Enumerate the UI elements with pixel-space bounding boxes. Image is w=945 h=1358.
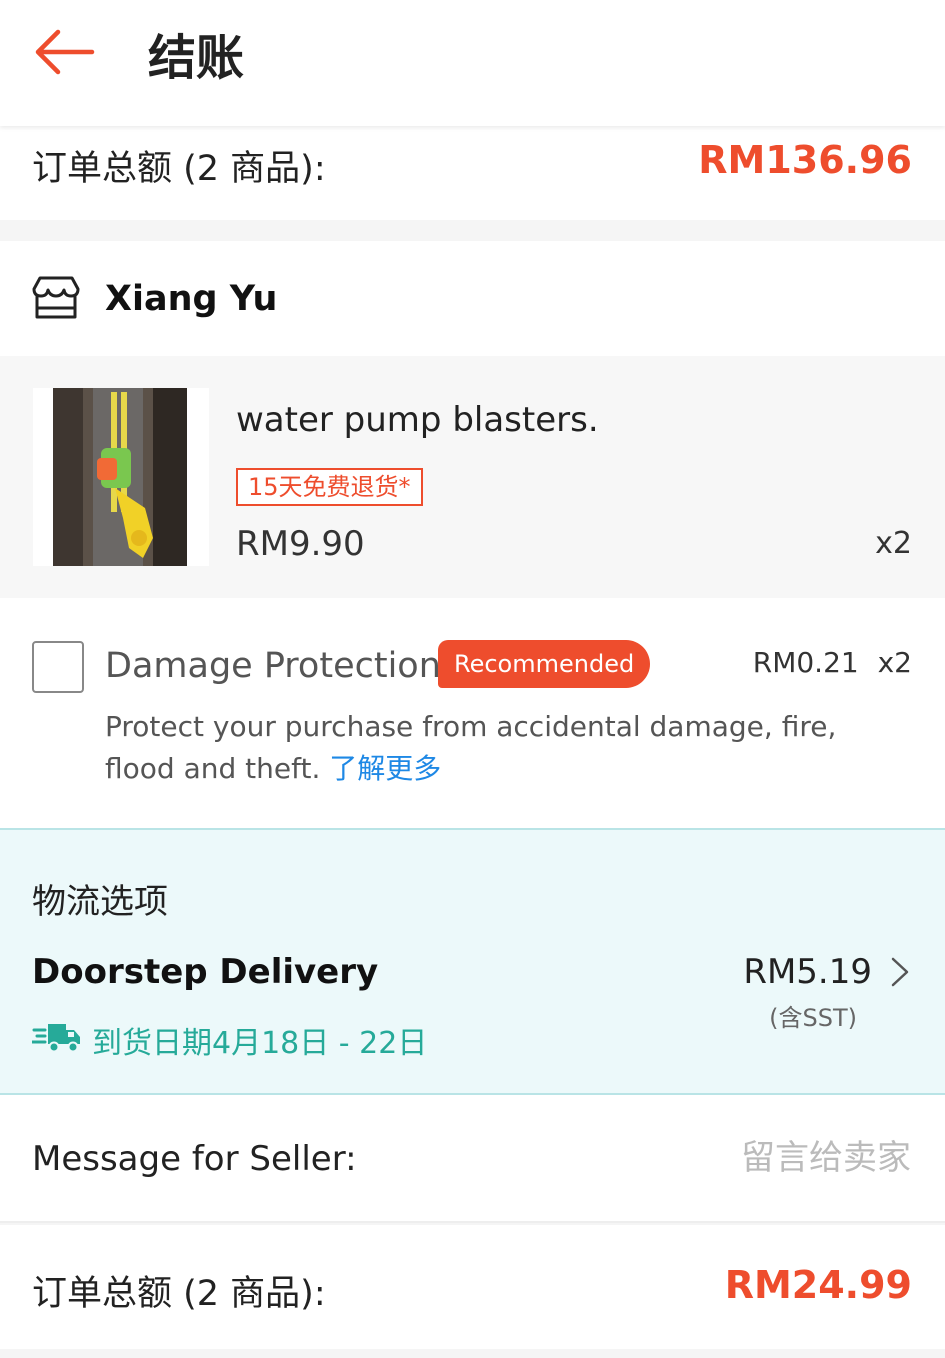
shop-order-total: 订单总额 (2 商品): RM24.99 xyxy=(0,1225,945,1349)
water-gun-image xyxy=(53,388,187,566)
delivery-eta: 到货日期4月18日 - 22日 xyxy=(92,1026,428,1061)
seller-message-input[interactable] xyxy=(613,1135,913,1181)
damage-protection-quantity: x2 xyxy=(877,646,912,679)
damage-protection-checkbox[interactable] xyxy=(32,641,84,693)
seller-message-label: Message for Seller: xyxy=(32,1139,357,1179)
shop-order-total-amount: RM24.99 xyxy=(724,1263,912,1307)
damage-protection-price-value: RM0.21 xyxy=(752,646,859,679)
shipping-option[interactable]: 物流选项 Doorstep Delivery 到货日期4月18日 - 22日 R… xyxy=(0,828,945,1095)
order-total-summary: 订单总额 (2 商品): RM136.96 xyxy=(0,126,945,220)
damage-protection-description: Protect your purchase from accidental da… xyxy=(105,706,895,790)
seller-message-row: Message for Seller: xyxy=(0,1095,945,1223)
back-button[interactable] xyxy=(30,20,100,90)
damage-protection-price: RM0.21 x2 xyxy=(753,646,912,679)
shop-header[interactable]: Xiang Yu xyxy=(0,241,945,356)
header-bar: 结账 xyxy=(0,0,945,126)
shop-order-total-label: 订单总额 (2 商品): xyxy=(32,1274,326,1314)
recommended-badge: Recommended xyxy=(438,640,651,688)
order-total-label: 订单总额 (2 商品): xyxy=(32,149,326,189)
damage-protection-option: Damage Protection Recommended RM0.21 x2 … xyxy=(0,598,945,828)
store-icon xyxy=(32,276,80,319)
shipping-price: RM5.19 xyxy=(743,952,872,992)
tax-note: (含SST) xyxy=(769,1004,857,1032)
chevron-right-icon xyxy=(891,957,909,987)
shop-name: Xiang Yu xyxy=(105,279,278,319)
product-thumbnail xyxy=(33,388,209,566)
arrow-left-icon xyxy=(35,29,95,75)
product-name: water pump blasters. xyxy=(236,400,599,440)
product-price: RM9.90 xyxy=(236,524,365,564)
damage-protection-title: Damage Protection xyxy=(105,646,441,686)
shipping-section-title: 物流选项 xyxy=(32,882,168,922)
free-return-badge: 15天免费退货* xyxy=(236,468,423,506)
delivery-truck-icon xyxy=(32,1024,80,1053)
delivery-method: Doorstep Delivery xyxy=(32,952,379,992)
product-quantity: x2 xyxy=(875,526,912,561)
damage-protection-desc-text: Protect your purchase from accidental da… xyxy=(105,710,837,785)
page-title: 结账 xyxy=(148,30,245,86)
learn-more-link[interactable]: 了解更多 xyxy=(329,752,441,785)
product-item[interactable]: water pump blasters. 15天免费退货* RM9.90 x2 xyxy=(0,356,945,598)
order-total-amount: RM136.96 xyxy=(698,138,912,182)
